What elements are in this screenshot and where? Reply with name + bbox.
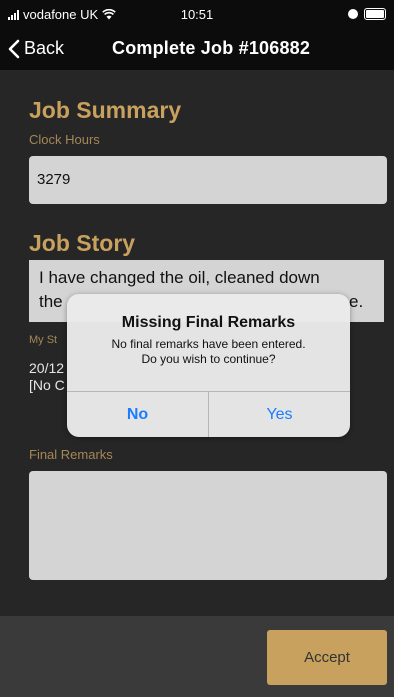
status-bar: vodafone UK 10:51 [0, 0, 394, 30]
my-story-label: My St [29, 334, 58, 346]
chevron-left-icon [8, 39, 20, 58]
alert-actions: No Yes [67, 391, 350, 437]
missing-remarks-alert: Missing Final Remarks No final remarks h… [67, 294, 350, 437]
status-time: 10:51 [180, 7, 214, 22]
accept-button[interactable]: Accept [267, 630, 387, 685]
job-story-line-2-end: e. [349, 292, 364, 311]
my-story-line: 20/12 [29, 360, 65, 376]
final-remarks-field[interactable] [29, 471, 387, 580]
my-story-line-2: [No C [29, 377, 65, 393]
yes-button[interactable]: Yes [209, 392, 350, 437]
job-story-line-2: the [39, 292, 63, 311]
final-remarks-label: Final Remarks [29, 447, 113, 462]
back-button[interactable]: Back [8, 38, 64, 59]
page-title: Complete Job #106882 [112, 38, 311, 58]
back-label: Back [24, 38, 65, 58]
status-right [348, 8, 386, 20]
clock-hours-label: Clock Hours [29, 132, 100, 147]
clock-hours-field[interactable]: 3279 [29, 156, 387, 204]
alarm-icon [348, 9, 358, 19]
navigation-bar: Back Complete Job #106882 [0, 30, 394, 70]
battery-icon [364, 8, 386, 20]
job-summary-heading: Job Summary [29, 97, 182, 123]
alert-message: No final remarks have been entered. Do y… [67, 337, 350, 367]
clock-hours-value: 3279 [37, 171, 71, 188]
alert-title: Missing Final Remarks [121, 314, 296, 331]
alert-message-line: No final remarks have been entered. [111, 337, 306, 351]
job-story-line: I have changed the oil, cleaned down [39, 268, 320, 287]
alert-message-line-2: Do you wish to continue? [141, 352, 276, 366]
no-button[interactable]: No [67, 392, 209, 437]
job-story-heading: Job Story [29, 230, 136, 256]
bottom-bar: Accept [0, 616, 394, 697]
